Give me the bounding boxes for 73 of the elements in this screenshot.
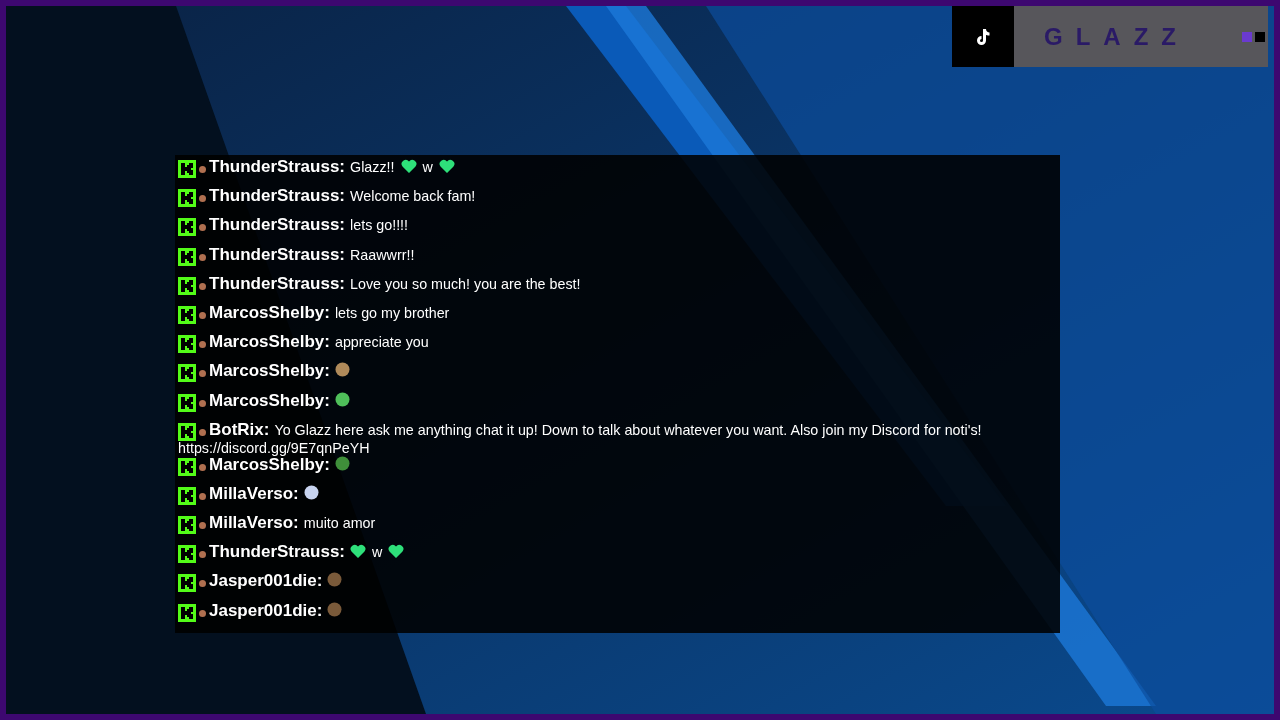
username: ThunderStrauss: <box>209 244 346 264</box>
message-text: appreciate you <box>334 334 429 351</box>
avatar-icon <box>199 253 206 261</box>
logo-icon <box>178 603 196 622</box>
logo-icon <box>178 574 196 593</box>
username: MillaVerso: <box>209 483 299 503</box>
avatar-icon <box>199 463 206 471</box>
music-note-icon <box>976 28 990 45</box>
username: ThunderStrauss: <box>209 215 346 235</box>
heart-icon <box>350 544 367 559</box>
username: MarcosShelby: <box>209 302 330 322</box>
logo-icon <box>178 247 196 266</box>
logo-icon <box>178 218 196 237</box>
avatar-icon <box>199 282 206 290</box>
message-text: Yo Glazz here ask me anything chat it up! Down to talk about whatever you want. Also join my Discord for noti's! <box>274 421 982 438</box>
username: MarcosShelby: <box>209 332 330 352</box>
avatar-icon <box>199 580 206 588</box>
avatar-icon <box>199 311 206 319</box>
emote-icon <box>327 572 343 588</box>
avatar-icon <box>199 492 206 500</box>
emote-icon <box>334 391 350 407</box>
avatar-icon <box>199 609 206 617</box>
emote-icon <box>327 601 343 617</box>
avatar-icon <box>199 341 206 349</box>
message-text: muito amor <box>303 515 376 532</box>
message-text: Raawwrr!! <box>350 246 415 263</box>
emote-icon <box>303 484 319 500</box>
logo-icon <box>178 393 196 412</box>
emote-icon <box>334 455 350 471</box>
message-text: lets go!!!! <box>350 217 409 234</box>
logo-icon <box>178 422 196 441</box>
link[interactable]: https://discord.gg/9E7qnPeYH <box>178 440 370 456</box>
heart-icon <box>388 544 405 559</box>
heart-icon <box>438 159 455 173</box>
message-text: Glazz!! <box>350 159 395 175</box>
logo-icon <box>178 457 196 476</box>
logo-icon <box>178 545 196 564</box>
logo-icon <box>178 516 196 535</box>
heart-icon <box>400 159 417 173</box>
logo-icon <box>178 305 196 324</box>
username: ThunderStrauss: <box>209 273 346 293</box>
message-text: w <box>372 544 383 561</box>
brand-name: GLAZZ <box>1044 22 1190 51</box>
message-text: w <box>422 159 433 175</box>
square-icon <box>1242 31 1252 42</box>
square-icon <box>1255 31 1265 42</box>
logo-icon <box>178 276 196 295</box>
logo-icon <box>178 160 196 178</box>
avatar-icon <box>199 224 206 232</box>
username: ThunderStrauss: <box>209 186 346 206</box>
avatar-icon <box>199 399 206 407</box>
username: MarcosShelby: <box>209 361 330 381</box>
message-text: Love you so much! you are the best! <box>350 275 581 292</box>
avatar-icon <box>199 370 206 378</box>
username: MillaVerso: <box>209 513 299 533</box>
logo-icon <box>178 335 196 354</box>
avatar-icon <box>199 428 206 436</box>
username: BotRix: <box>209 419 270 439</box>
avatar-icon <box>199 166 206 173</box>
username: ThunderStrauss: <box>209 157 346 176</box>
logo-icon <box>178 189 196 208</box>
message-text: lets go my brother <box>334 304 450 321</box>
emote-icon <box>334 362 350 378</box>
username: MarcosShelby: <box>209 390 330 410</box>
avatar-icon <box>199 522 206 530</box>
logo-icon <box>178 486 196 505</box>
avatar-icon <box>199 195 206 203</box>
username: ThunderStrauss: <box>209 542 346 562</box>
username: Jasper001die: <box>209 600 323 620</box>
logo-icon <box>178 364 196 383</box>
username: Jasper001die: <box>209 571 323 591</box>
message-text: Welcome back fam! <box>350 188 476 205</box>
avatar-icon <box>199 551 206 559</box>
